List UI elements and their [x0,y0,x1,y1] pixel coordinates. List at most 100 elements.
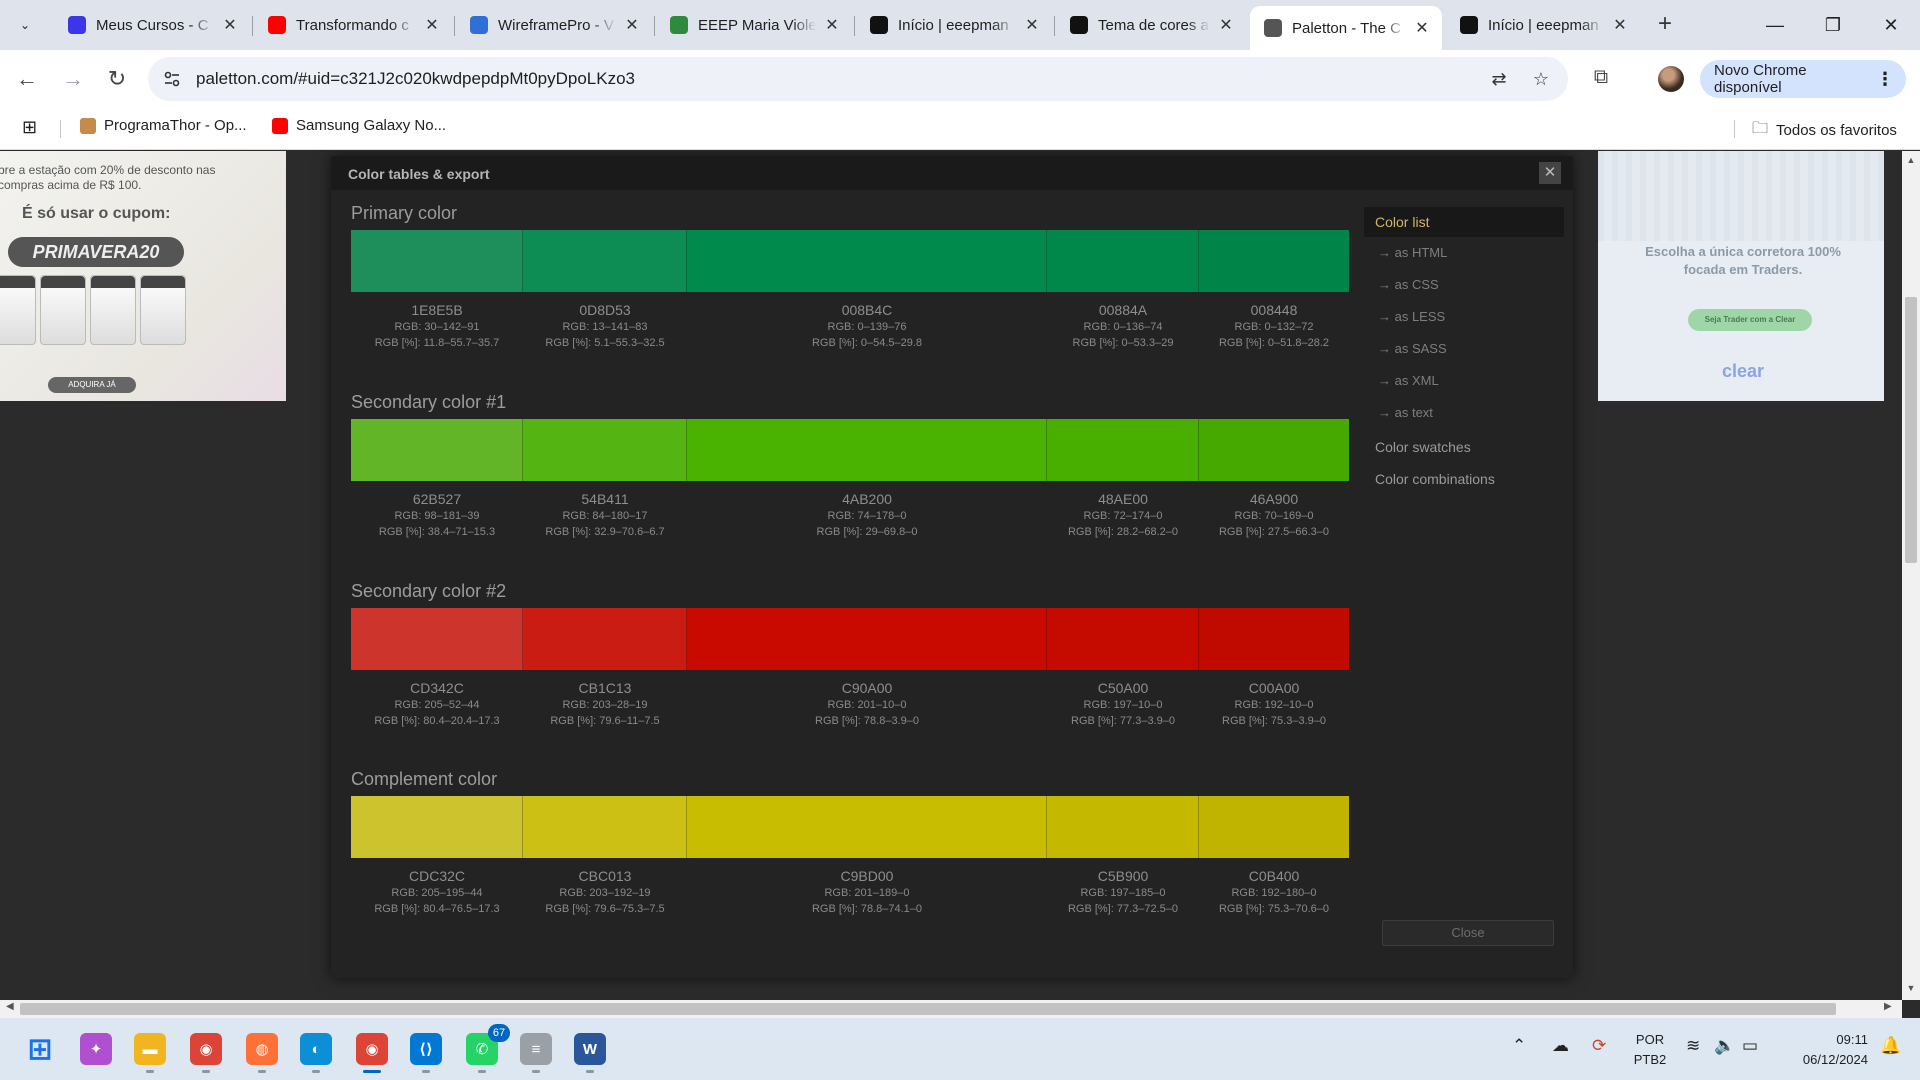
color-swatch[interactable] [523,230,687,292]
scrollbar-thumb[interactable] [1905,297,1917,563]
color-swatch[interactable] [351,608,523,670]
color-swatch[interactable] [1199,230,1349,292]
horizontal-scrollbar[interactable]: ◀ ▶ [0,1000,1902,1018]
menu-export-3[interactable]: → as SASS [1364,333,1564,365]
tab-search-button[interactable]: ⌄ [10,10,40,40]
scroll-down-icon[interactable]: ▼ [1902,983,1920,993]
windows-start-icon[interactable]: ⊞ [24,1033,56,1066]
color-swatch[interactable] [687,419,1047,481]
minimize-button[interactable]: — [1748,8,1802,42]
language-code[interactable]: POR [1630,1032,1670,1047]
copilot-icon[interactable]: ✦ [80,1033,112,1065]
tab-close-icon[interactable]: ✕ [220,15,240,35]
close-window-button[interactable]: ✕ [1864,8,1918,42]
apps-grid-icon[interactable]: ⊞ [22,117,37,138]
color-swatch[interactable] [523,796,687,858]
edge-icon[interactable]: ◐ [300,1033,332,1065]
url-text[interactable]: paletton.com/#uid=c321J2c020kwdpepdpMt0p… [196,69,635,89]
menu-export-2[interactable]: → as LESS [1364,301,1564,333]
word-icon[interactable]: W [574,1033,606,1065]
address-bar[interactable]: paletton.com/#uid=c321J2c020kwdpepdpMt0p… [148,57,1568,101]
color-swatch[interactable] [351,419,523,481]
notification-bell-icon[interactable]: 🔔 [1880,1036,1901,1056]
bookmark-item-programathor[interactable]: ProgramaThor - Op... [80,117,247,134]
color-swatch[interactable] [523,419,687,481]
reload-button[interactable]: ↻ [102,64,132,94]
ad-banner-left[interactable]: bre a estação com 20% de desconto nas co… [0,151,286,401]
file-explorer-icon[interactable]: ▬ [134,1033,166,1065]
scroll-right-icon[interactable]: ▶ [1884,1001,1892,1012]
menu-item-1[interactable]: Color combinations [1364,463,1564,495]
menu-export-5[interactable]: → as text [1364,397,1564,429]
color-swatch[interactable] [687,230,1047,292]
site-info-icon[interactable] [162,69,182,89]
tab-close-icon[interactable]: ✕ [1610,15,1630,35]
scrollbar-thumb[interactable] [20,1003,1836,1015]
vscode-icon[interactable]: ⟨⟩ [410,1033,442,1065]
color-swatch[interactable] [1047,230,1199,292]
wifi-icon[interactable]: ≋ [1686,1036,1700,1056]
tab-close-icon[interactable]: ✕ [1216,15,1236,35]
chrome-profile-icon[interactable]: ◉ [356,1033,388,1065]
menu-item-color-list[interactable]: Color list [1364,207,1564,237]
firefox-icon[interactable]: ◍ [246,1033,278,1065]
keyboard-layout[interactable]: PTB2 [1630,1052,1670,1067]
scroll-up-icon[interactable]: ▲ [1902,155,1920,165]
restore-button[interactable]: ❐ [1806,8,1860,42]
update-chrome-button[interactable]: Novo Chrome disponível ⋮ [1700,60,1906,98]
chevron-up-icon[interactable]: ⌃ [1512,1036,1526,1056]
ad-cta-button[interactable]: Seja Trader com a Clear [1688,309,1812,331]
clock-date[interactable]: 06/12/2024 [1790,1052,1868,1067]
bookmark-star-icon[interactable]: ☆ [1530,68,1552,90]
tab-4[interactable]: Início | eeepman ✕ [856,6,1052,44]
tab-close-icon[interactable]: ✕ [822,15,842,35]
vertical-scrollbar[interactable]: ▲ ▼ [1902,151,1920,1000]
color-swatch[interactable] [1047,419,1199,481]
tab-0[interactable]: Meus Cursos - C ✕ [54,6,250,44]
color-swatch[interactable] [351,796,523,858]
color-swatch[interactable] [523,608,687,670]
clock-time[interactable]: 09:11 [1790,1032,1868,1047]
color-swatch[interactable] [1199,608,1349,670]
menu-export-0[interactable]: → as HTML [1364,237,1564,269]
back-button[interactable]: ← [12,64,42,94]
translate-icon[interactable]: ⇄ [1488,68,1510,90]
tab-6[interactable]: Paletton - The C ✕ [1250,6,1442,50]
tab-5[interactable]: Tema de cores a ✕ [1056,6,1246,44]
app-icon[interactable]: ≡ [520,1033,552,1065]
tab-3[interactable]: EEEP Maria Viole ✕ [656,6,852,44]
cloud-icon[interactable]: ☁ [1552,1036,1569,1056]
menu-dots-icon[interactable]: ⋮ [1876,69,1894,90]
battery-icon[interactable]: ▭ [1742,1036,1758,1056]
color-swatch[interactable] [687,608,1047,670]
profile-avatar[interactable] [1658,66,1684,92]
ad-cta-button[interactable]: ADQUIRA JÁ [48,377,136,393]
menu-item-0[interactable]: Color swatches [1364,431,1564,463]
chrome-icon[interactable]: ◉ [190,1033,222,1065]
new-tab-button[interactable]: + [1652,12,1678,38]
color-swatch[interactable] [687,796,1047,858]
tab-close-icon[interactable]: ✕ [1022,15,1042,35]
menu-export-4[interactable]: → as XML [1364,365,1564,397]
color-swatch[interactable] [1199,419,1349,481]
menu-export-1[interactable]: → as CSS [1364,269,1564,301]
all-bookmarks-button[interactable]: 🗀 Todos os favoritos [1752,117,1897,144]
extensions-icon[interactable]: ⧉ [1588,66,1614,92]
dialog-close-icon[interactable]: ✕ [1539,162,1561,184]
tab-close-icon[interactable]: ✕ [622,15,642,35]
volume-icon[interactable]: 🔈 [1714,1036,1735,1056]
color-swatch[interactable] [1047,608,1199,670]
scroll-left-icon[interactable]: ◀ [6,1001,14,1012]
tab-7[interactable]: Início | eeepman ✕ [1446,6,1640,44]
color-swatch[interactable] [1199,796,1349,858]
forward-button[interactable]: → [58,64,88,94]
color-swatch[interactable] [351,230,523,292]
color-swatch[interactable] [1047,796,1199,858]
sync-icon[interactable]: ⟳ [1592,1036,1606,1056]
tab-close-icon[interactable]: ✕ [1412,18,1432,38]
ad-banner-right[interactable]: Escolha a única corretora 100% focada em… [1598,151,1884,401]
close-button[interactable]: Close [1382,920,1554,946]
tab-2[interactable]: WireframePro - V ✕ [456,6,652,44]
tab-1[interactable]: Transformando c ✕ [254,6,452,44]
tab-close-icon[interactable]: ✕ [422,15,442,35]
